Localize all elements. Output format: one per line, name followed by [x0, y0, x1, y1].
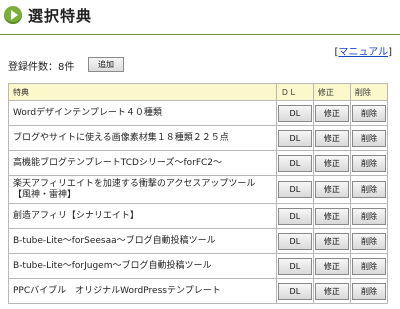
edit-button[interactable]: 修正	[314, 207, 349, 225]
bonus-name: Wordデザインテンプレート４０種類	[8, 100, 277, 126]
edit-button[interactable]: 修正	[314, 129, 349, 147]
bonus-name: PPCバイブル オリジナルWordPressテンプレート	[8, 278, 277, 304]
edit-button[interactable]: 修正	[314, 257, 349, 275]
bonus-table: 特典 ＤＬ 修正 削除 Wordデザインテンプレート４０種類 DL 修正 削除 …	[8, 83, 389, 304]
manual-link-wrapper: [マニュアル]	[334, 43, 392, 58]
table-header-row: 特典 ＤＬ 修正 削除	[8, 83, 389, 101]
manual-link[interactable]: マニュアル	[338, 47, 388, 58]
column-header-edit: 修正	[312, 83, 351, 101]
delete-button[interactable]: 削除	[351, 282, 386, 300]
delete-button[interactable]: 削除	[351, 207, 386, 225]
download-button[interactable]: DL	[277, 257, 312, 275]
edit-button[interactable]: 修正	[314, 154, 349, 172]
bonus-name: 高機能ブログテンプレートTCDシリーズ～forFC2～	[8, 150, 277, 176]
table-row: PPCバイブル オリジナルWordPressテンプレート DL 修正 削除	[8, 278, 389, 304]
download-button[interactable]: DL	[277, 181, 312, 198]
bonus-name: 楽天アフィリエイトを加速する衝撃のアクセスアップツール【風神・雷神】	[8, 175, 277, 204]
bonus-name: 創造アフィリ【シナリエイト】	[8, 203, 277, 229]
table-row: Wordデザインテンプレート４０種類 DL 修正 削除	[8, 100, 389, 126]
delete-button[interactable]: 削除	[351, 129, 386, 147]
registered-count: 登録件数：8件	[8, 62, 75, 73]
column-header-delete: 削除	[349, 83, 389, 101]
table-row: 楽天アフィリエイトを加速する衝撃のアクセスアップツール【風神・雷神】 DL 修正…	[8, 175, 389, 204]
bonus-name: B-tube-Lite～forJugem～ブログ自動投稿ツール	[8, 253, 277, 279]
download-button[interactable]: DL	[277, 129, 312, 147]
manual-bracket-close: ]	[388, 47, 392, 58]
bonus-name: B-tube-Lite～forSeesaa～ブログ自動投稿ツール	[8, 228, 277, 254]
add-button[interactable]: 追加	[88, 57, 124, 72]
table-row: 高機能ブログテンプレートTCDシリーズ～forFC2～ DL 修正 削除	[8, 150, 389, 176]
column-header-dl: ＤＬ	[275, 83, 314, 101]
download-button[interactable]: DL	[277, 232, 312, 250]
delete-button[interactable]: 削除	[351, 232, 386, 250]
table-row: B-tube-Lite～forJugem～ブログ自動投稿ツール DL 修正 削除	[8, 253, 389, 279]
download-button[interactable]: DL	[277, 282, 312, 300]
edit-button[interactable]: 修正	[314, 181, 349, 198]
play-arrow-icon	[4, 6, 22, 24]
download-button[interactable]: DL	[277, 154, 312, 172]
edit-button[interactable]: 修正	[314, 282, 349, 300]
delete-button[interactable]: 削除	[351, 104, 386, 122]
download-button[interactable]: DL	[277, 104, 312, 122]
table-row: B-tube-Lite～forSeesaa～ブログ自動投稿ツール DL 修正 削…	[8, 228, 389, 254]
delete-button[interactable]: 削除	[351, 181, 386, 198]
edit-button[interactable]: 修正	[314, 104, 349, 122]
delete-button[interactable]: 削除	[351, 154, 386, 172]
page-title: 選択特典	[28, 7, 93, 25]
table-row: ブログやサイトに使える画像素材集１８種類２２５点 DL 修正 削除	[8, 125, 389, 151]
download-button[interactable]: DL	[277, 207, 312, 225]
table-row: 創造アフィリ【シナリエイト】 DL 修正 削除	[8, 203, 389, 229]
edit-button[interactable]: 修正	[314, 232, 349, 250]
bonus-name: ブログやサイトに使える画像素材集１８種類２２５点	[8, 125, 277, 151]
page-header: 選択特典	[0, 0, 400, 35]
delete-button[interactable]: 削除	[351, 257, 386, 275]
column-header-bonus: 特典	[8, 83, 277, 101]
